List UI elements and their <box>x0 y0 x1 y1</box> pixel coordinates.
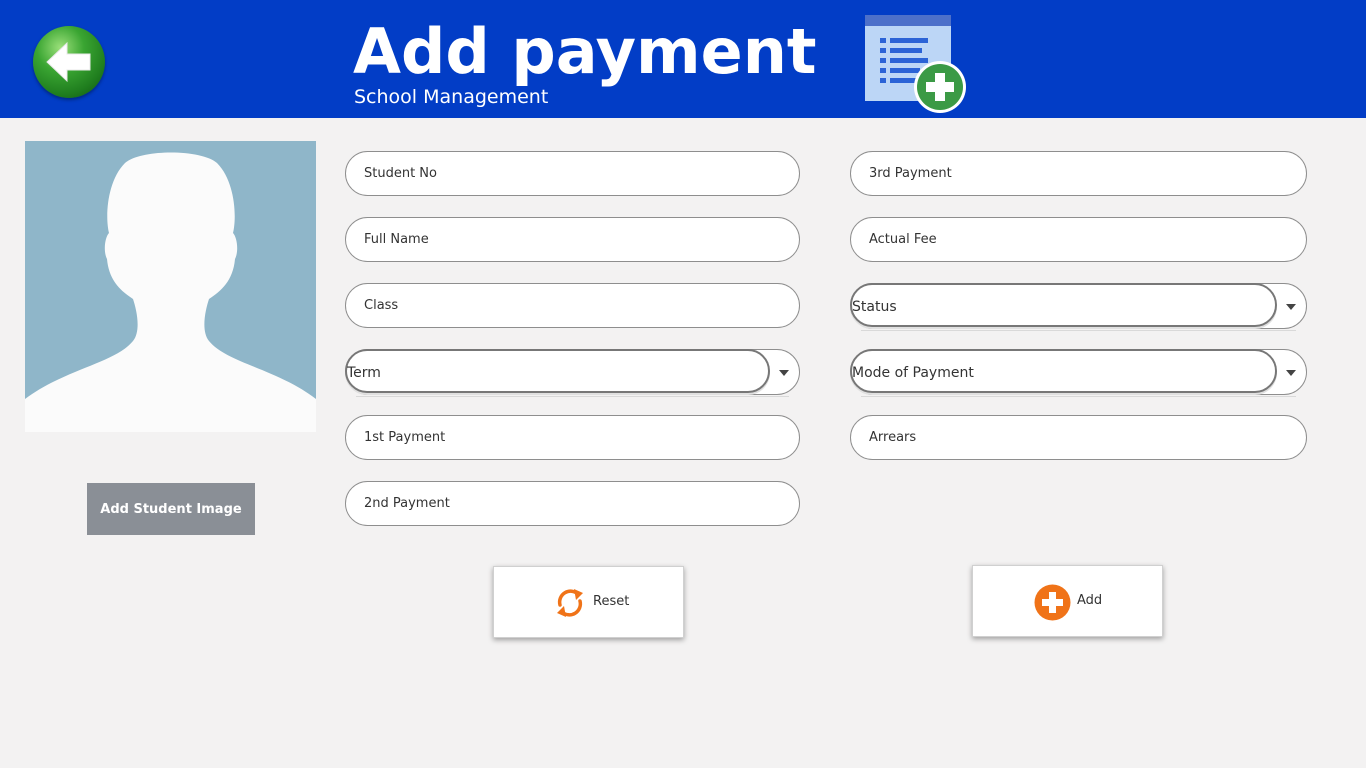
class-input[interactable] <box>362 284 782 327</box>
chevron-down-icon[interactable] <box>779 370 789 376</box>
add-student-image-button[interactable]: Add Student Image <box>87 483 255 535</box>
actual-fee-input[interactable] <box>867 218 1287 261</box>
refresh-icon <box>557 589 583 617</box>
full-name-input[interactable] <box>362 218 782 261</box>
student-photo <box>25 141 316 432</box>
student-no-input[interactable] <box>362 152 782 195</box>
arrears-field[interactable] <box>850 415 1307 460</box>
person-silhouette-icon <box>25 152 316 432</box>
term-dropdown[interactable]: Term <box>345 349 800 397</box>
mode-of-payment-dropdown[interactable]: Mode of Payment <box>850 349 1307 397</box>
first-payment-field[interactable] <box>345 415 800 460</box>
chevron-down-icon[interactable] <box>1286 304 1296 310</box>
page-title: Add payment <box>353 15 817 88</box>
student-no-field[interactable] <box>345 151 800 196</box>
class-field[interactable] <box>345 283 800 328</box>
chevron-down-icon[interactable] <box>1286 370 1296 376</box>
third-payment-field[interactable] <box>850 151 1307 196</box>
add-button[interactable]: Add <box>972 565 1163 637</box>
add-label: Add <box>1077 593 1103 608</box>
second-payment-field[interactable] <box>345 481 800 526</box>
actual-fee-field[interactable] <box>850 217 1307 262</box>
reset-label: Reset <box>593 594 630 609</box>
app-header: Add payment School Management <box>0 0 1366 118</box>
reset-button[interactable]: Reset <box>493 566 684 638</box>
status-dropdown[interactable]: Status <box>850 283 1307 331</box>
term-selected-value: Term <box>347 365 381 381</box>
arrow-left-icon <box>46 41 91 83</box>
third-payment-input[interactable] <box>867 152 1287 195</box>
document-add-icon <box>862 12 970 116</box>
back-button[interactable] <box>33 26 105 98</box>
full-name-field[interactable] <box>345 217 800 262</box>
mode-of-payment-selected-value: Mode of Payment <box>852 365 974 381</box>
second-payment-input[interactable] <box>362 482 782 525</box>
arrears-input[interactable] <box>867 416 1287 459</box>
plus-circle-icon <box>1034 584 1071 621</box>
page-subtitle: School Management <box>354 86 549 108</box>
status-selected-value: Status <box>852 299 897 315</box>
first-payment-input[interactable] <box>362 416 782 459</box>
